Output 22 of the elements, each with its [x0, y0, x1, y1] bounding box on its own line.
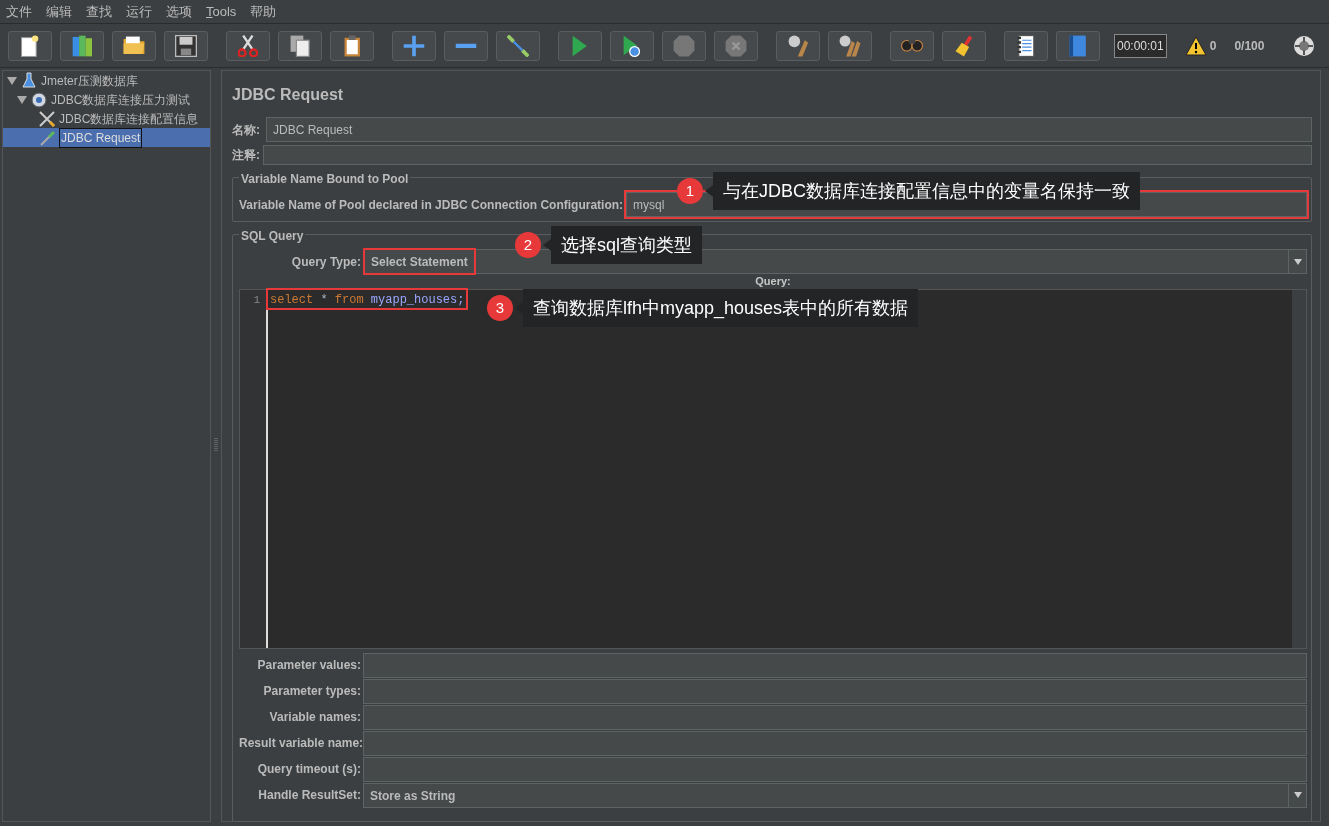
field-label: Variable Name of Pool declared in JDBC Connection Configuration: [239, 196, 624, 214]
callout-tooltip: 选择sql查询类型 [543, 226, 702, 264]
step-number-badge: 2 [515, 232, 541, 258]
field-label: Result variable name: [239, 735, 361, 752]
field-label: 名称: [232, 121, 260, 139]
elapsed-time: 00:00:01 [1114, 33, 1167, 58]
field-label: Parameter types: [262, 683, 361, 700]
line-number: 1 [240, 290, 268, 648]
field-label: Variable names: [268, 709, 361, 726]
callout-tooltip: 查询数据库lfh中myapp_houses表中的所有数据 [515, 289, 919, 327]
field-label: Query timeout (s): [256, 761, 361, 778]
query-label: Query: [755, 275, 791, 287]
step-number-badge: 1 [677, 178, 703, 204]
callout-tooltip: 与在JDBC数据库连接配置信息中的变量名保持一致 [705, 172, 1140, 210]
field-label: 注释: [232, 147, 260, 164]
code-line: select * from myapp_houses; [268, 290, 467, 308]
panel-title: JDBC Request [232, 85, 345, 105]
field-label: Query Type: [290, 253, 361, 271]
field-label: Parameter values: [256, 657, 361, 674]
error-count: 0 [1209, 37, 1217, 55]
thread-count: 0/100 [1234, 37, 1265, 55]
field-label: Handle ResultSet: [257, 787, 361, 804]
